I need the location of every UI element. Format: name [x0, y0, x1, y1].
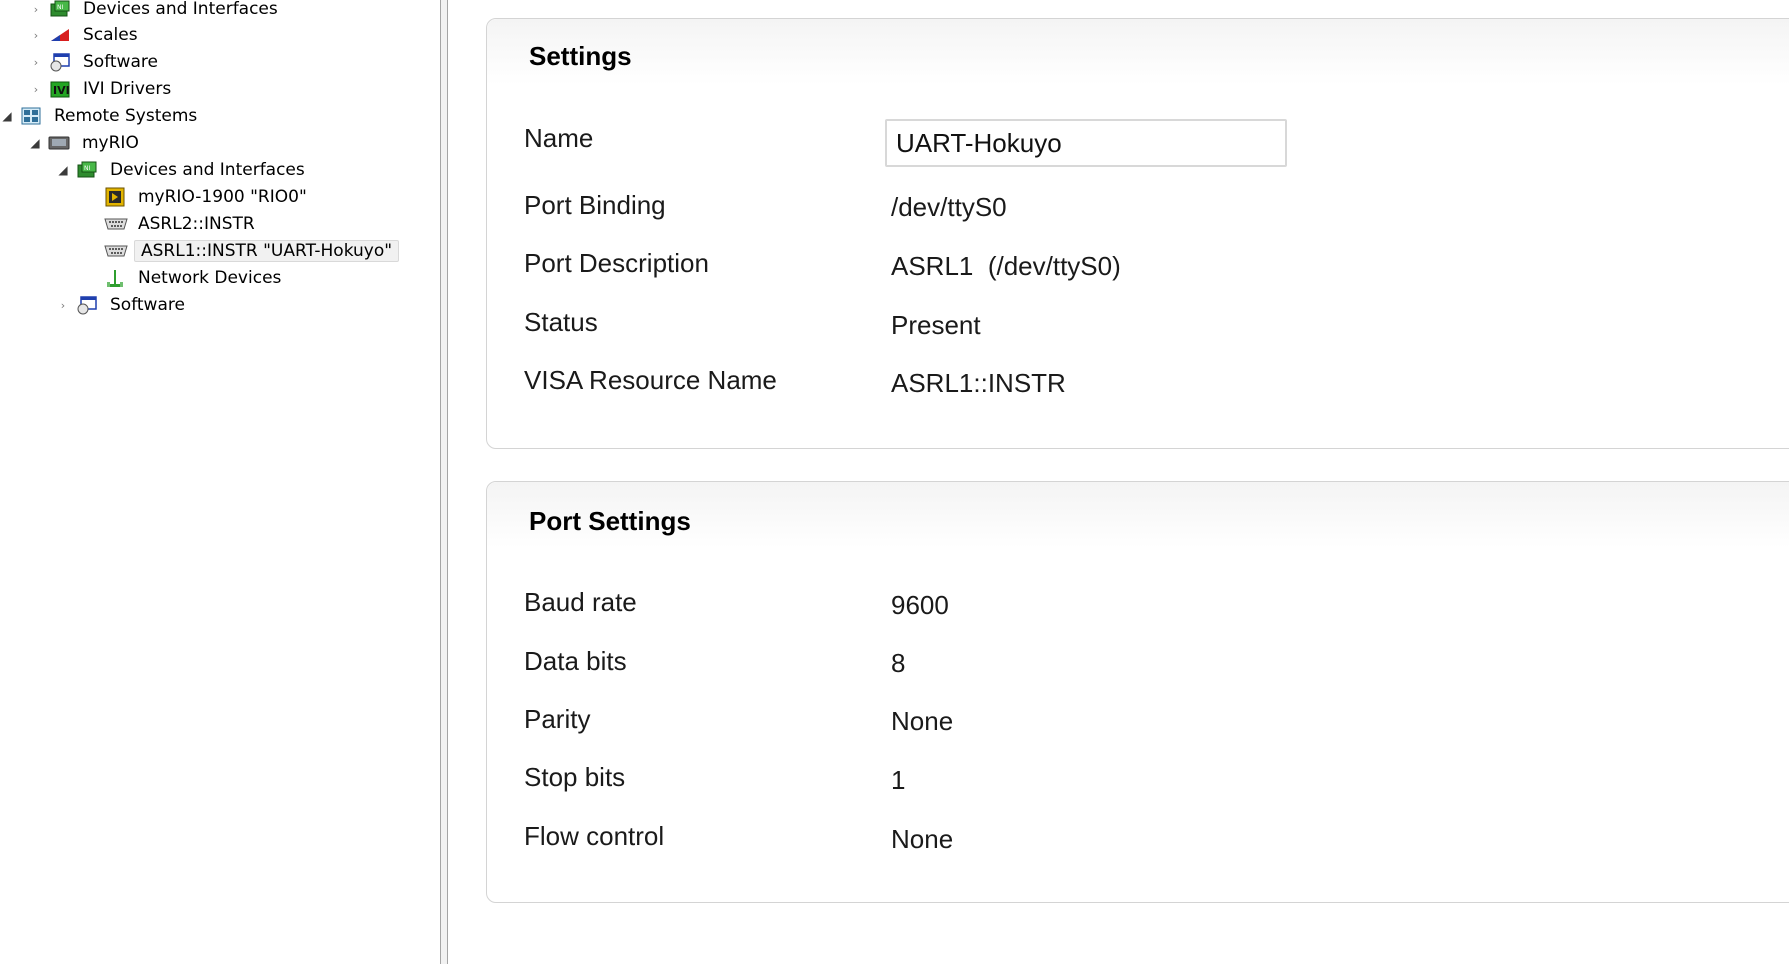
tree-item-label: myRIO: [82, 133, 139, 153]
expanded-triangle-icon[interactable]: ◢: [28, 136, 42, 150]
stop-bits-value: 1: [891, 765, 906, 795]
chevron-right-icon[interactable]: ›: [29, 2, 43, 16]
baud-rate-value: 9600: [891, 590, 949, 620]
tree-item-software[interactable]: › Software: [29, 49, 162, 75]
tree-item-label: Scales: [83, 25, 138, 45]
tree-item-label: Devices and Interfaces: [83, 0, 278, 19]
data-bits-label: Data bits: [524, 646, 627, 676]
tree-item-label: IVI Drivers: [83, 79, 172, 99]
chevron-right-icon[interactable]: ›: [29, 28, 43, 42]
port-settings-title: Port Settings: [529, 506, 691, 536]
serial-port-icon: [104, 241, 128, 261]
tree-item-asrl2[interactable]: ASRL2::INSTR: [104, 211, 259, 237]
tree-item-remote-systems[interactable]: ◢ Remote Systems: [0, 103, 201, 129]
port-description-label: Port Description: [524, 248, 709, 278]
chevron-right-icon[interactable]: ›: [29, 82, 43, 96]
parity-label: Parity: [524, 704, 591, 734]
parity-value: None: [891, 706, 954, 736]
port-settings-panel: Port Settings Baud rate 9600 Data bits 8…: [486, 481, 1789, 903]
ivi-drivers-icon: IVI: [49, 79, 71, 99]
devices-interfaces-icon: NI: [76, 160, 98, 180]
tree-item-myrio-software[interactable]: › Software: [56, 292, 189, 318]
tree-item-asrl1-uart-hokuyo[interactable]: ASRL1::INSTR "UART-Hokuyo": [104, 238, 400, 264]
expanded-triangle-icon[interactable]: ◢: [0, 109, 14, 123]
flow-control-value: None: [891, 824, 954, 854]
tree-item-label: myRIO-1900 "RIO0": [138, 187, 307, 207]
tree-item-network-devices[interactable]: Network Devices: [104, 265, 285, 291]
remote-systems-icon: [20, 106, 42, 126]
project-tree: › NI Devices and Interfaces › Scales › S…: [0, 0, 440, 964]
name-label: Name: [524, 123, 594, 153]
settings-panel: Settings Name Port Binding /dev/ttyS0 Po…: [486, 18, 1789, 449]
settings-title: Settings: [529, 41, 632, 71]
port-description-value: ASRL1 (/dev/ttyS0): [891, 251, 1121, 281]
data-bits-value: 8: [891, 648, 906, 678]
expanded-triangle-icon[interactable]: ◢: [56, 163, 70, 177]
settings-panel-header: [487, 19, 1789, 85]
tree-item-myrio-devices-interfaces[interactable]: ◢ NI Devices and Interfaces: [56, 157, 309, 183]
visa-resource-name-label: VISA Resource Name: [524, 365, 777, 395]
tree-item-devices-interfaces[interactable]: › NI Devices and Interfaces: [29, 0, 282, 22]
tree-item-scales[interactable]: › Scales: [29, 22, 142, 48]
svg-text:NI: NI: [57, 4, 63, 11]
tree-item-label: Software: [110, 295, 185, 315]
tree-item-label: ASRL2::INSTR: [138, 214, 255, 234]
serial-port-icon: [104, 214, 128, 234]
scales-icon: [49, 25, 71, 45]
tree-item-label: Devices and Interfaces: [110, 160, 305, 180]
svg-text:NI: NI: [84, 165, 90, 172]
pane-splitter[interactable]: [440, 0, 448, 964]
stop-bits-label: Stop bits: [524, 762, 626, 792]
status-value: Present: [891, 310, 981, 340]
name-input[interactable]: [885, 119, 1287, 167]
tree-item-myrio[interactable]: ◢ myRIO: [28, 130, 143, 156]
computer-icon: [48, 133, 70, 153]
software-icon: [76, 295, 98, 315]
svg-text:IVI: IVI: [53, 84, 70, 97]
devices-interfaces-icon: NI: [49, 0, 71, 19]
baud-rate-label: Baud rate: [524, 587, 637, 617]
tree-item-label: ASRL1::INSTR "UART-Hokuyo": [134, 240, 400, 262]
software-icon: [49, 52, 71, 72]
port-binding-label: Port Binding: [524, 190, 666, 220]
tree-item-label: Network Devices: [138, 268, 282, 288]
chevron-right-icon[interactable]: ›: [29, 55, 43, 69]
flow-control-label: Flow control: [524, 821, 665, 851]
tree-item-myrio-1900[interactable]: myRIO-1900 "RIO0": [104, 184, 311, 210]
daq-device-icon: [104, 187, 126, 207]
tree-item-label: Remote Systems: [54, 106, 198, 126]
network-devices-icon: [104, 268, 126, 288]
status-label: Status: [524, 307, 598, 337]
tree-item-ivi-drivers[interactable]: › IVI IVI Drivers: [29, 76, 175, 102]
chevron-right-icon[interactable]: ›: [56, 298, 70, 312]
tree-item-label: Software: [83, 52, 158, 72]
visa-resource-name-value: ASRL1::INSTR: [891, 368, 1066, 398]
port-binding-value: /dev/ttyS0: [891, 192, 1007, 222]
